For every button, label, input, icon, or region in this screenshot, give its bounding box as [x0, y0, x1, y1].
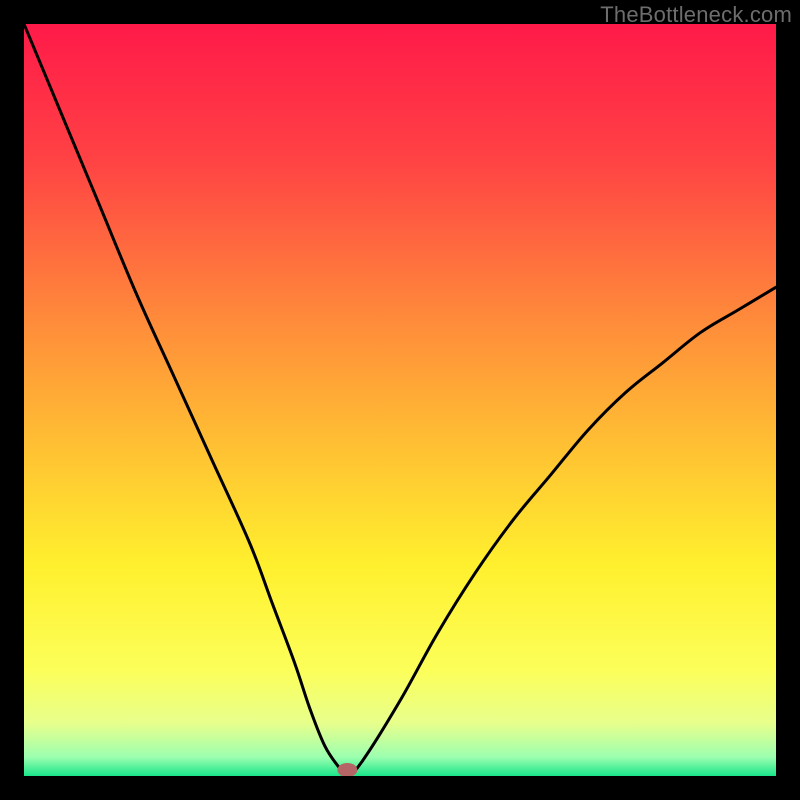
- watermark-text: TheBottleneck.com: [600, 2, 792, 28]
- plot-area: [24, 24, 776, 776]
- bottleneck-chart: [24, 24, 776, 776]
- chart-frame: TheBottleneck.com: [0, 0, 800, 800]
- gradient-background: [24, 24, 776, 776]
